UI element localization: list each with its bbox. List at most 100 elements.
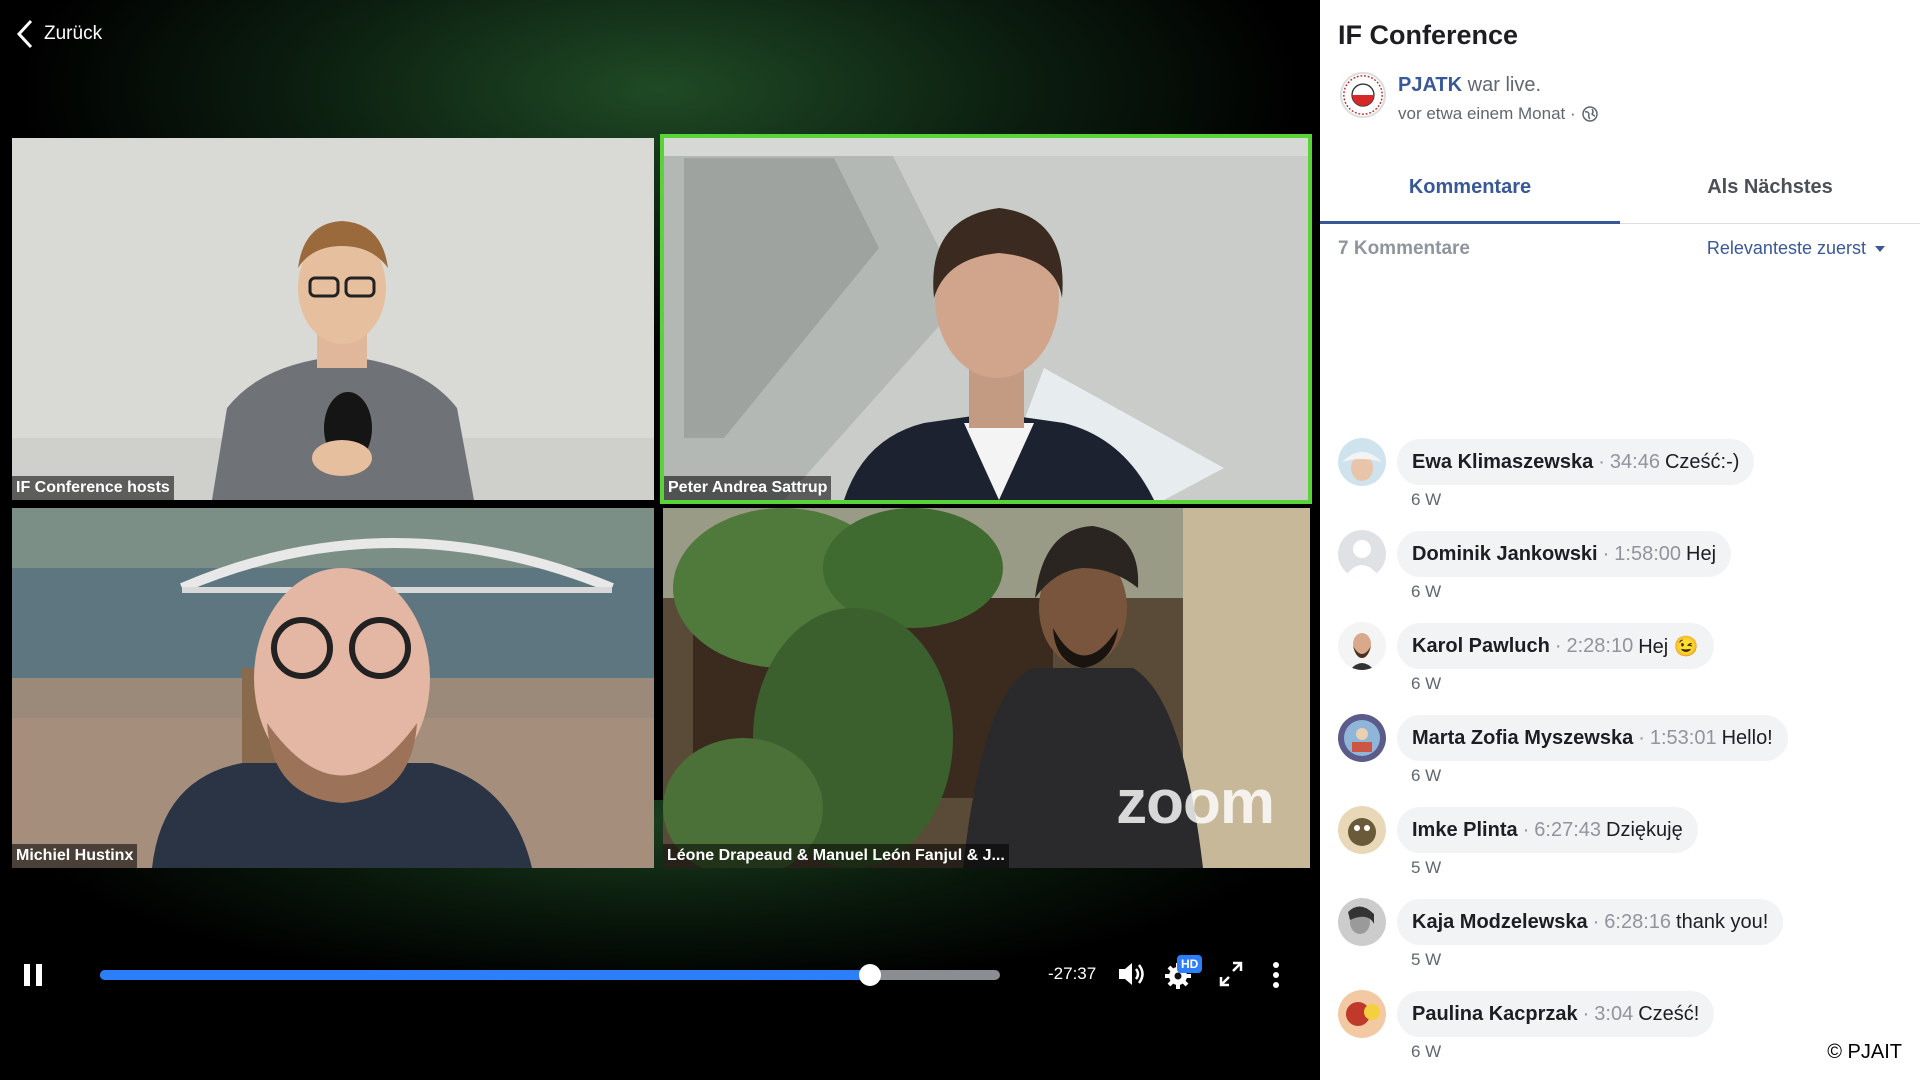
zoom-watermark: zoom bbox=[1116, 768, 1275, 837]
participant-name: Léone Drapeaud & Manuel León Fanjul & J.… bbox=[663, 844, 1009, 868]
comment-item: Imke Plinta · 6:27:43 Dziękuję 5 W bbox=[1338, 806, 1908, 898]
comment-video-timestamp[interactable]: 2:28:10 bbox=[1566, 635, 1633, 658]
progress-bar[interactable] bbox=[100, 964, 1000, 986]
comment-item: Karol Pawluch · 2:28:10 Hej 😉 6 W bbox=[1338, 622, 1908, 714]
comment-item: Marta Zofia Myszewska · 1:53:01 Hello! 6 W bbox=[1338, 714, 1908, 806]
participant-tile: IF Conference hosts bbox=[12, 138, 654, 500]
avatar[interactable] bbox=[1338, 438, 1386, 486]
participant-video bbox=[12, 138, 654, 500]
separator-dot: · bbox=[1602, 542, 1610, 565]
progress-fill bbox=[100, 970, 870, 980]
comment-bubble: Karol Pawluch · 2:28:10 Hej 😉 bbox=[1397, 623, 1714, 669]
comment-item: Kaja Modzelewska · 6:28:16 thank you! 5 W bbox=[1338, 898, 1908, 990]
separator-dot: · bbox=[1638, 726, 1645, 749]
copyright-notice: © PJAIT bbox=[1827, 1041, 1902, 1063]
comment-age[interactable]: 6 W bbox=[1411, 582, 1441, 602]
comment-video-timestamp[interactable]: 3:04 bbox=[1594, 1003, 1633, 1026]
more-options-icon[interactable] bbox=[1268, 958, 1284, 990]
participant-video bbox=[664, 138, 1308, 500]
comment-author[interactable]: Paulina Kacprzak bbox=[1412, 1003, 1578, 1026]
comment-age[interactable]: 6 W bbox=[1411, 1042, 1441, 1062]
sort-label: Relevanteste zuerst bbox=[1706, 238, 1866, 258]
separator-dot: · bbox=[1598, 450, 1605, 473]
pause-button[interactable] bbox=[24, 964, 42, 986]
comment-bubble: Paulina Kacprzak · 3:04 Cześć! bbox=[1397, 991, 1715, 1037]
avatar[interactable] bbox=[1338, 530, 1386, 578]
globe-icon bbox=[1581, 106, 1598, 122]
comment-author[interactable]: Kaja Modzelewska bbox=[1412, 911, 1588, 934]
comment-sort-dropdown[interactable]: Relevanteste zuerst bbox=[1707, 238, 1886, 259]
avatar[interactable] bbox=[1338, 806, 1386, 854]
tab-comments[interactable]: Kommentare bbox=[1320, 160, 1620, 224]
back-button[interactable]: Zurück bbox=[16, 18, 102, 50]
caret-down-icon bbox=[1875, 245, 1885, 252]
back-label: Zurück bbox=[44, 23, 103, 44]
avatar[interactable] bbox=[1338, 990, 1386, 1038]
post-age[interactable]: vor etwa einem Monat · bbox=[1398, 104, 1576, 124]
volume-icon[interactable] bbox=[1116, 958, 1148, 990]
comment-text: Cześć:-) bbox=[1664, 450, 1740, 473]
comment-text: Hej bbox=[1686, 542, 1717, 565]
comment-author[interactable]: Ewa Klimaszewska bbox=[1412, 451, 1593, 474]
comment-bubble: Ewa Klimaszewska · 34:46 Cześć:-) bbox=[1397, 439, 1755, 485]
participant-tile: Michiel Hustinx bbox=[12, 508, 654, 868]
comment-bubble: Imke Plinta · 6:27:43 Dziękuję bbox=[1397, 807, 1698, 853]
post-author-line: PJATK war live. bbox=[1398, 74, 1541, 97]
comment-text: thank you! bbox=[1676, 910, 1769, 933]
avatar[interactable] bbox=[1338, 714, 1386, 762]
sidebar-tabs: Kommentare Als Nächstes bbox=[1320, 160, 1920, 224]
chevron-left-icon bbox=[16, 19, 33, 49]
participant-name: Michiel Hustinx bbox=[12, 844, 138, 868]
avatar[interactable] bbox=[1338, 622, 1386, 670]
pause-icon bbox=[24, 964, 30, 986]
comment-author[interactable]: Imke Plinta bbox=[1412, 819, 1518, 842]
comment-item: Paulina Kacprzak · 3:04 Cześć! 6 W bbox=[1338, 990, 1908, 1080]
comment-bubble: Marta Zofia Myszewska · 1:53:01 Hello! bbox=[1397, 715, 1788, 761]
comment-age[interactable]: 6 W bbox=[1411, 674, 1441, 694]
comment-age[interactable]: 6 W bbox=[1411, 490, 1441, 510]
comment-video-timestamp[interactable]: 6:28:16 bbox=[1604, 911, 1671, 934]
fullscreen-icon[interactable] bbox=[1216, 958, 1246, 990]
comment-list: Ewa Klimaszewska · 34:46 Cześć:-) 6 W Dominik… bbox=[1338, 438, 1908, 1080]
comment-text: Dziękuję bbox=[1606, 818, 1683, 841]
comment-author[interactable]: Dominik Jankowski bbox=[1412, 543, 1598, 566]
participant-name: Peter Andrea Sattrup bbox=[664, 476, 832, 500]
comment-author[interactable]: Marta Zofia Myszewska bbox=[1412, 727, 1633, 750]
comment-video-timestamp[interactable]: 1:53:01 bbox=[1650, 727, 1717, 750]
page-name-link[interactable]: PJATK bbox=[1398, 74, 1462, 96]
comment-count: 7 Kommentare bbox=[1338, 238, 1470, 259]
player-controls: -27:37 HD bbox=[0, 950, 1320, 1000]
comment-text: Hello! bbox=[1721, 726, 1773, 749]
page-logo[interactable] bbox=[1340, 72, 1386, 118]
live-status: war live. bbox=[1467, 74, 1542, 96]
separator-dot: · bbox=[1592, 910, 1600, 933]
video-title: IF Conference bbox=[1338, 20, 1519, 50]
comment-age[interactable]: 5 W bbox=[1411, 858, 1441, 878]
comment-bubble: Dominik Jankowski · 1:58:00 Hej bbox=[1397, 531, 1732, 577]
comment-author[interactable]: Karol Pawluch bbox=[1412, 635, 1550, 658]
comment-text: Cześć! bbox=[1638, 1002, 1700, 1025]
comment-age[interactable]: 5 W bbox=[1411, 950, 1441, 970]
tab-up-next[interactable]: Als Nächstes bbox=[1620, 160, 1920, 224]
participant-tile-active-speaker: Peter Andrea Sattrup bbox=[660, 134, 1312, 504]
comment-age[interactable]: 6 W bbox=[1411, 766, 1441, 786]
comment-text: Hej 😉 bbox=[1638, 635, 1699, 658]
separator-dot: · bbox=[1522, 818, 1530, 841]
comment-video-timestamp[interactable]: 34:46 bbox=[1610, 451, 1660, 474]
hd-badge: HD bbox=[1177, 955, 1203, 973]
participant-tile: zoom Léone Drapeaud & Manuel León Fanjul… bbox=[663, 508, 1310, 868]
separator-dot: · bbox=[1582, 1002, 1590, 1025]
comment-video-timestamp[interactable]: 6:27:43 bbox=[1534, 819, 1601, 842]
comment-item: Dominik Jankowski · 1:58:00 Hej 6 W bbox=[1338, 530, 1908, 622]
separator-dot: · bbox=[1554, 634, 1562, 657]
comment-item: Ewa Klimaszewska · 34:46 Cześć:-) 6 W bbox=[1338, 438, 1908, 530]
post-timestamp: vor etwa einem Monat · bbox=[1398, 104, 1598, 124]
video-grid: IF Conference hosts Peter Andrea Sattrup bbox=[12, 134, 1312, 868]
progress-handle[interactable] bbox=[858, 964, 881, 986]
participant-name: IF Conference hosts bbox=[12, 476, 174, 500]
comment-bubble: Kaja Modzelewska · 6:28:16 thank you! bbox=[1397, 899, 1784, 945]
video-player[interactable]: Zurück IF Conference hosts Peter Andrea … bbox=[0, 0, 1320, 1080]
post-sidebar: IF Conference PJATK war live. vor etwa e… bbox=[1320, 0, 1920, 1080]
comment-video-timestamp[interactable]: 1:58:00 bbox=[1614, 543, 1681, 566]
avatar[interactable] bbox=[1338, 898, 1386, 946]
